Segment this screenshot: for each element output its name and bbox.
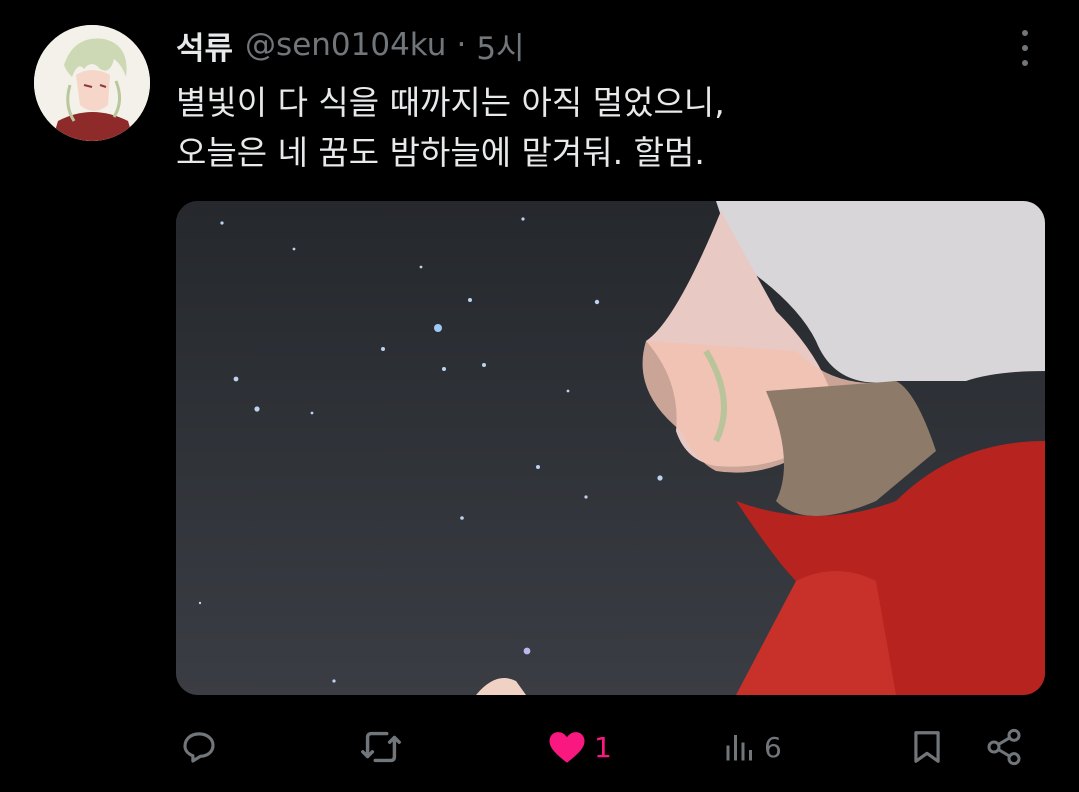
avatar[interactable] bbox=[34, 25, 150, 141]
retweet-icon bbox=[361, 731, 401, 763]
tweet-text-line: 오늘은 네 꿈도 밤하늘에 맡겨둬. 할멈. bbox=[176, 133, 705, 172]
author-handle[interactable]: @sen0104ku bbox=[245, 27, 446, 63]
reply-button[interactable] bbox=[178, 719, 226, 775]
tweet-header: 석류 @sen0104ku · 5시 bbox=[176, 22, 525, 68]
views-count: 6 bbox=[764, 730, 782, 764]
author-name[interactable]: 석류 bbox=[176, 23, 233, 68]
attached-image bbox=[176, 201, 1045, 695]
avatar-image bbox=[34, 25, 150, 141]
retweet-button[interactable] bbox=[358, 719, 410, 775]
tweet-text-line: 별빛이 다 식을 때까지는 아직 멀었으니, bbox=[176, 83, 725, 122]
share-icon bbox=[987, 728, 1021, 766]
action-bar: 1 6 bbox=[0, 719, 1079, 775]
like-count: 1 bbox=[594, 730, 612, 764]
more-vertical-icon[interactable] bbox=[1013, 30, 1037, 66]
separator-dot: · bbox=[456, 27, 467, 63]
tweet-text: 별빛이 다 식을 때까지는 아직 멀었으니, 오늘은 네 꿈도 밤하늘에 맡겨둬… bbox=[176, 78, 1036, 178]
bookmark-button[interactable] bbox=[908, 719, 946, 775]
bookmark-icon bbox=[914, 731, 940, 763]
heart-filled-icon bbox=[549, 732, 585, 763]
tweet-time[interactable]: 5시 bbox=[476, 23, 524, 68]
tweet-media[interactable] bbox=[176, 201, 1045, 695]
views-icon bbox=[726, 735, 752, 761]
share-button[interactable] bbox=[984, 719, 1024, 775]
like-button[interactable]: 1 bbox=[546, 719, 612, 775]
views-button[interactable]: 6 bbox=[722, 719, 782, 775]
reply-icon bbox=[183, 732, 215, 763]
